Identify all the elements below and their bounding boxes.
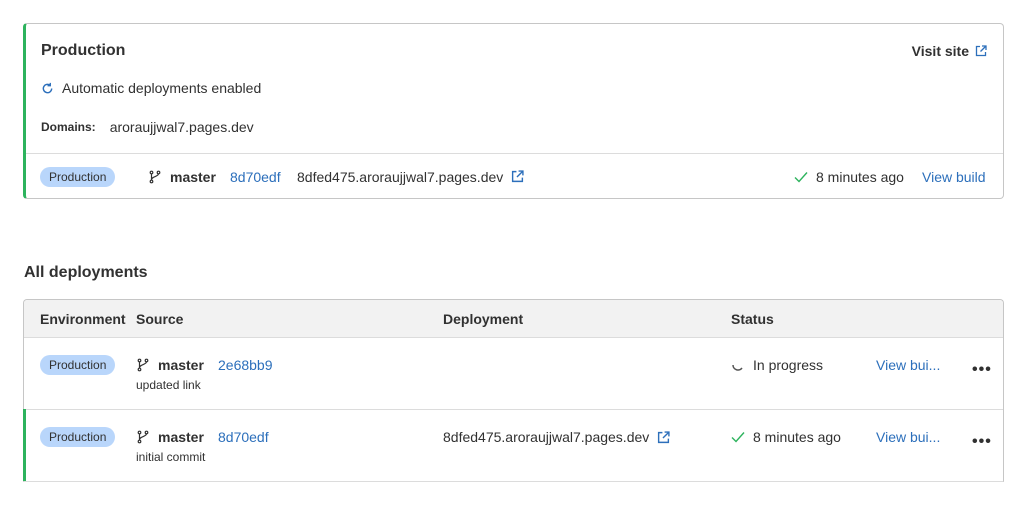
column-header-status: Status: [731, 311, 774, 327]
branch-name: master: [170, 168, 216, 185]
visit-site-link[interactable]: Visit site: [912, 43, 987, 59]
deployment-status: 8 minutes ago: [794, 169, 904, 185]
external-link-icon[interactable]: [657, 430, 670, 444]
view-build-link[interactable]: View bui...: [876, 429, 940, 445]
deployment-url: 8dfed475.aroraujjwal7.pages.dev: [443, 429, 650, 445]
deployment-status: 8 minutes ago: [731, 429, 841, 445]
refresh-icon: [42, 82, 53, 93]
view-build-link[interactable]: View build: [922, 169, 986, 185]
check-icon: [731, 432, 745, 443]
column-header-source: Source: [136, 311, 184, 327]
environment-badge: Production: [40, 166, 116, 187]
git-branch-icon: [137, 358, 149, 372]
external-link-icon[interactable]: [511, 170, 524, 183]
domains-label: Domains:: [41, 120, 96, 134]
deployments-table: Environment Source Deployment Status Pro…: [23, 299, 1004, 482]
environment-badge: Production: [40, 355, 116, 375]
more-actions-button[interactable]: •••: [972, 434, 992, 450]
production-card: Production Visit site Automatic deployme…: [23, 23, 1004, 199]
status-text: In progress: [753, 357, 824, 373]
domain-value: aroraujjwal7.pages.dev: [109, 119, 254, 135]
git-branch-icon: [149, 170, 161, 183]
git-branch-icon: [137, 430, 149, 444]
commit-message: updated link: [136, 378, 201, 392]
commit-hash-link[interactable]: 2e68bb9: [218, 357, 273, 373]
branch: master: [136, 357, 204, 373]
deployment-status: In progress: [731, 357, 823, 373]
table-row[interactable]: Production master 8d70edf initial commit…: [23, 409, 1003, 481]
column-header-deployment: Deployment: [443, 311, 524, 327]
commit-hash-link[interactable]: 8d70edf: [230, 169, 281, 185]
more-actions-button[interactable]: •••: [972, 362, 992, 378]
spinner-icon: [732, 364, 743, 371]
status-time: 8 minutes ago: [816, 168, 904, 185]
table-row[interactable]: Production master 2e68bb9 updated link I…: [24, 338, 1003, 410]
environment-badge: Production: [40, 427, 116, 447]
production-latest-deployment: Production master 8d70edf 8dfed475.arora…: [26, 154, 1003, 199]
commit-hash-link[interactable]: 8d70edf: [218, 429, 269, 445]
status-text: 8 minutes ago: [753, 429, 841, 445]
production-title: Production: [41, 42, 126, 59]
branch-name: master: [158, 429, 204, 445]
deployment-url-group: 8dfed475.aroraujjwal7.pages.dev: [297, 169, 524, 185]
view-build-link[interactable]: View bui...: [876, 357, 940, 373]
domains-row: Domains: aroraujjwal7.pages.dev: [41, 119, 254, 135]
table-header: Environment Source Deployment Status: [24, 300, 1003, 338]
branch-name: master: [158, 357, 204, 373]
external-link-icon: [975, 45, 987, 57]
branch: master: [136, 429, 204, 445]
all-deployments-title: All deployments: [24, 264, 148, 281]
visit-site-label: Visit site: [911, 43, 969, 59]
auto-deploy-status: Automatic deployments enabled: [41, 80, 261, 96]
branch: master: [148, 169, 216, 185]
deployment-url-group: 8dfed475.aroraujjwal7.pages.dev: [443, 429, 670, 445]
deployment-url: 8dfed475.aroraujjwal7.pages.dev: [297, 168, 504, 185]
column-header-environment: Environment: [40, 311, 126, 327]
check-icon: [794, 171, 808, 183]
auto-deploy-text: Automatic deployments enabled: [62, 80, 262, 96]
commit-message: initial commit: [136, 450, 206, 464]
